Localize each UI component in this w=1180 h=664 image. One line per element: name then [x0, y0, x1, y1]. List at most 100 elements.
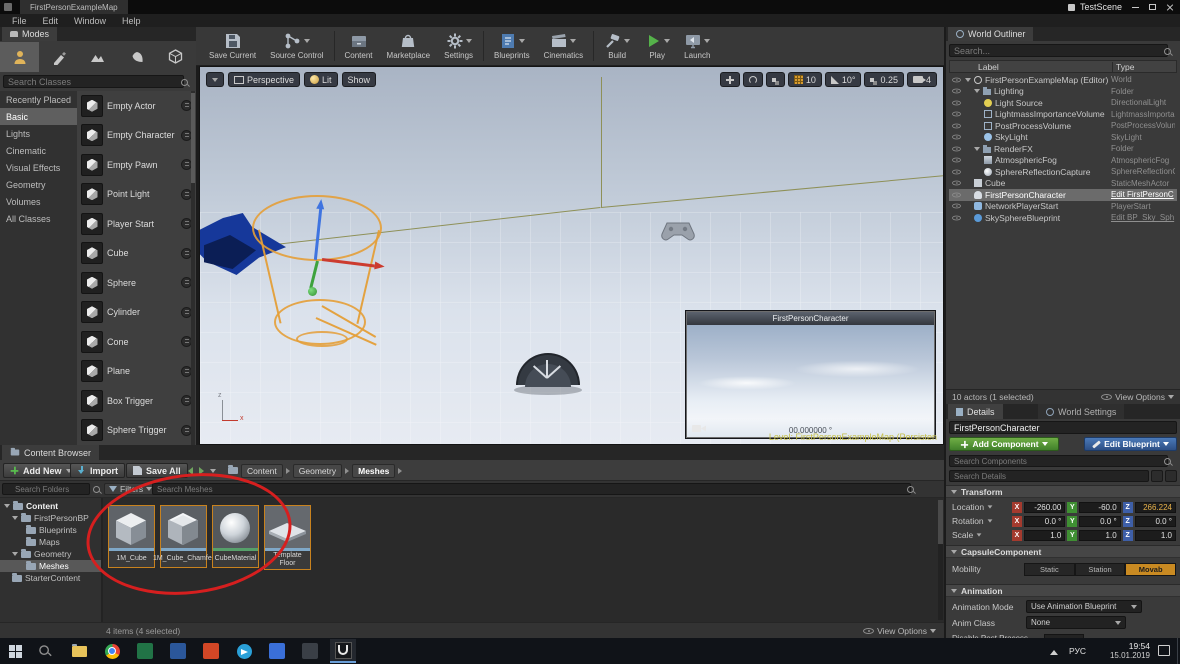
- category-geometry[interactable]: Geometry: [0, 176, 77, 193]
- outliner-row[interactable]: Light SourceDirectionalLight: [949, 97, 1177, 109]
- save-current-button[interactable]: Save Current: [202, 28, 263, 65]
- category-recently-placed[interactable]: Recently Placed: [0, 91, 77, 108]
- placeable-item[interactable]: Cone: [77, 327, 196, 357]
- asset-tile-1m-cube[interactable]: 1M_Cube: [108, 505, 155, 568]
- category-volumes[interactable]: Volumes: [0, 193, 77, 210]
- outliner-view-options-button[interactable]: View Options: [1101, 392, 1174, 402]
- display-filter-icon[interactable]: [1165, 470, 1177, 482]
- taskbar-powerpoint-button[interactable]: [198, 639, 224, 663]
- placeable-item[interactable]: Box Trigger: [77, 386, 196, 416]
- tab-world-outliner[interactable]: World Outliner: [948, 27, 1033, 41]
- scale-label[interactable]: Scale: [952, 530, 1010, 540]
- forward-icon[interactable]: [199, 467, 204, 475]
- tab-details[interactable]: Details: [948, 404, 1003, 419]
- taskbar-telegram-button[interactable]: [231, 639, 257, 663]
- menu-edit[interactable]: Edit: [35, 16, 67, 26]
- taskbar-unreal-button[interactable]: [330, 639, 356, 663]
- tree-item-startercontent[interactable]: StarterContent: [0, 572, 101, 584]
- gamepad-icon[interactable]: [658, 219, 698, 245]
- window-title-tab[interactable]: FirstPersonExampleMap: [20, 0, 128, 14]
- mobility-static-button[interactable]: Static: [1024, 563, 1075, 576]
- placeable-item[interactable]: Player Start: [77, 209, 196, 239]
- visibility-eye-icon[interactable]: [952, 204, 961, 209]
- location-x-value[interactable]: -260.00: [1024, 502, 1065, 513]
- scale-x-value[interactable]: 1.0: [1024, 530, 1065, 541]
- action-center-button[interactable]: [1158, 645, 1170, 656]
- category-all-classes[interactable]: All Classes: [0, 210, 77, 227]
- minimize-button[interactable]: [1127, 1, 1144, 14]
- placeable-item[interactable]: Sphere: [77, 268, 196, 298]
- outliner-row[interactable]: CubeStaticMeshActor: [949, 178, 1177, 190]
- placeable-item[interactable]: Cylinder: [77, 298, 196, 328]
- animation-section-header[interactable]: Animation: [946, 584, 1180, 597]
- tree-item-content[interactable]: Content: [0, 500, 101, 512]
- asset-grid[interactable]: 1M_Cube 1M_Cube_Chamfer CubeMaterial Tem…: [103, 498, 944, 622]
- outliner-row[interactable]: LightingFolder: [949, 86, 1177, 98]
- mode-paint[interactable]: [39, 42, 78, 72]
- visibility-eye-icon[interactable]: [952, 89, 961, 94]
- tree-item-firstpersonbp[interactable]: FirstPersonBP: [0, 512, 101, 524]
- viewport[interactable]: FirstPersonCharacter 00.000000 ° Level: …: [199, 66, 944, 445]
- scale-tool-button[interactable]: [766, 72, 785, 87]
- rotation-snap-button[interactable]: 10°: [825, 72, 862, 87]
- back-icon[interactable]: [188, 467, 193, 475]
- search-details-input[interactable]: [949, 470, 1149, 482]
- placeable-item[interactable]: Empty Character: [77, 121, 196, 151]
- marketplace-button[interactable]: Marketplace: [380, 28, 438, 65]
- taskbar-search-button[interactable]: [32, 639, 58, 663]
- grid-snap-button[interactable]: 10: [788, 72, 822, 87]
- outliner-row[interactable]: AtmosphericFogAtmosphericFog: [949, 155, 1177, 167]
- close-button[interactable]: [1161, 1, 1178, 14]
- capsule-section-header[interactable]: CapsuleComponent: [946, 545, 1180, 558]
- placeable-item[interactable]: Empty Actor: [77, 91, 196, 121]
- breadcrumb-meshes[interactable]: Meshes: [352, 464, 395, 478]
- asset-tile-template-floor[interactable]: Template Floor: [264, 505, 311, 570]
- location-label[interactable]: Location: [952, 502, 1010, 512]
- menu-window[interactable]: Window: [66, 16, 114, 26]
- tray-chevron-button[interactable]: [1050, 647, 1058, 657]
- translate-tool-button[interactable]: [720, 72, 740, 87]
- breadcrumb-separator-icon[interactable]: [286, 468, 290, 474]
- visibility-eye-icon[interactable]: [952, 100, 961, 105]
- rotation-label[interactable]: Rotation: [952, 516, 1010, 526]
- launch-button[interactable]: Launch: [677, 28, 717, 65]
- visibility-eye-icon[interactable]: [952, 169, 961, 174]
- tree-item-geometry[interactable]: Geometry: [0, 548, 101, 560]
- tree-item-meshes[interactable]: Meshes: [0, 560, 101, 572]
- play-button[interactable]: Play: [637, 28, 677, 65]
- scale-y-value[interactable]: 1.0: [1079, 530, 1120, 541]
- transform-section-header[interactable]: Transform: [946, 485, 1180, 498]
- outliner-row[interactable]: SkyLightSkyLight: [949, 132, 1177, 144]
- search-folders-input[interactable]: [2, 483, 90, 495]
- mode-landscape[interactable]: [78, 42, 117, 72]
- breadcrumb-separator-icon[interactable]: [345, 468, 349, 474]
- mode-place[interactable]: [0, 42, 39, 72]
- visibility-eye-icon[interactable]: [952, 192, 961, 197]
- outliner-row[interactable]: FirstPersonExampleMap (Editor)World: [949, 74, 1177, 86]
- expander-icon[interactable]: [12, 552, 18, 556]
- rotation-z-value[interactable]: 0.0 °: [1135, 516, 1176, 527]
- settings-button[interactable]: Settings: [437, 28, 480, 65]
- taskbar-excel-button[interactable]: [132, 639, 158, 663]
- tree-item-blueprints[interactable]: Blueprints: [0, 524, 101, 536]
- history-dropdown-icon[interactable]: [210, 469, 216, 473]
- breadcrumb-separator-icon[interactable]: [398, 468, 402, 474]
- save-all-button[interactable]: Save All: [126, 463, 188, 478]
- expander-icon[interactable]: [974, 89, 980, 93]
- expander-icon[interactable]: [965, 78, 971, 82]
- tab-content-browser[interactable]: Content Browser: [2, 445, 99, 460]
- expander-icon[interactable]: [12, 516, 18, 520]
- category-cinematic[interactable]: Cinematic: [0, 142, 77, 159]
- taskbar-app-button[interactable]: [297, 639, 323, 663]
- category-lights[interactable]: Lights: [0, 125, 77, 142]
- outliner-row[interactable]: SkySphereBlueprintEdit BP_Sky_Sph: [949, 212, 1177, 224]
- search-assets-input[interactable]: [152, 483, 911, 495]
- placeable-item[interactable]: Empty Pawn: [77, 150, 196, 180]
- outliner-row[interactable]: LightmassImportanceVolumeLightmassImport…: [949, 109, 1177, 121]
- mode-foliage[interactable]: [117, 42, 156, 72]
- visibility-eye-icon[interactable]: [952, 123, 961, 128]
- viewport-options-button[interactable]: [206, 72, 224, 87]
- actor-name-field[interactable]: [949, 421, 1177, 434]
- visibility-eye-icon[interactable]: [952, 112, 961, 117]
- menu-help[interactable]: Help: [114, 16, 149, 26]
